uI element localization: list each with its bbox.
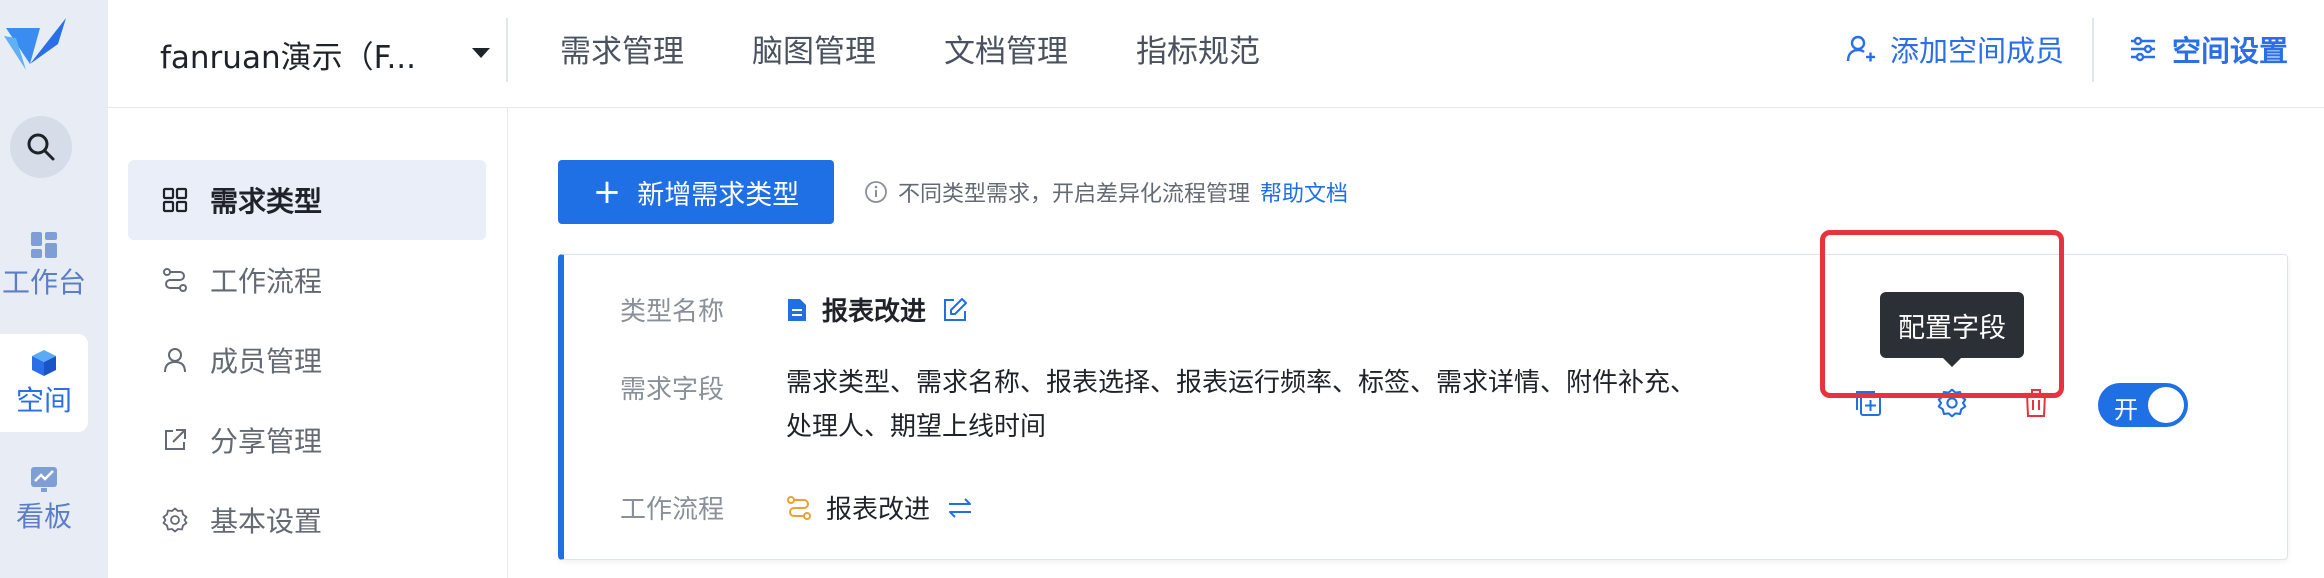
hint-label: 不同类型需求，开启差异化流程管理	[898, 182, 1251, 207]
fields-line: 需求类型、需求名称、报表选择、报表运行频率、标签、需求详情、附件补充、	[786, 368, 1697, 398]
caret-down-icon	[472, 48, 490, 58]
gear-icon	[162, 507, 188, 533]
dashboard-icon	[31, 232, 57, 258]
menu-item-members[interactable]: 成员管理	[128, 320, 486, 400]
tab-documents[interactable]: 文档管理	[944, 26, 1068, 71]
space-selector[interactable]: fanruan演示（F...	[160, 28, 490, 80]
menu-item-label: 分享管理	[210, 425, 323, 458]
app-rail: 工作台 空间 看板	[0, 0, 108, 578]
sliders-icon	[2131, 36, 2155, 62]
fields-line: 处理人、期望上线时间	[786, 412, 1047, 442]
menu-item-sharing[interactable]: 分享管理	[128, 400, 486, 480]
fields-label: 需求字段	[620, 375, 725, 405]
type-name-label: 类型名称	[620, 297, 725, 327]
menu-item-workflow[interactable]: 工作流程	[128, 240, 486, 320]
switch-icon[interactable]	[946, 496, 974, 520]
document-icon	[788, 298, 806, 321]
toggle-label: 开	[2114, 396, 2138, 424]
grid-icon	[162, 187, 188, 213]
tab-requirements[interactable]: 需求管理	[560, 26, 684, 71]
highlight-box	[1820, 230, 2064, 398]
edit-icon[interactable]	[942, 297, 968, 323]
rail-item-workbench[interactable]: 工作台	[0, 230, 88, 300]
toggle-knob	[2148, 387, 2184, 423]
rail-item-label: 看板	[15, 500, 72, 533]
tab-metrics[interactable]: 指标规范	[1136, 26, 1260, 71]
menu-item-label: 成员管理	[210, 345, 323, 378]
space-name: fanruan演示（F...	[160, 39, 417, 76]
workflow-value: 报表改进	[786, 489, 974, 526]
rail-item-label: 工作台	[1, 266, 86, 299]
top-bar: fanruan演示（F... 需求管理 脑图管理 文档管理 指标规范 添加空间成…	[108, 0, 2324, 108]
help-doc-link[interactable]: 帮助文档	[1260, 176, 1348, 208]
add-member-label: 添加空间成员	[1890, 34, 2065, 68]
tab-mindmaps[interactable]: 脑图管理	[752, 26, 876, 71]
cube-icon	[32, 350, 56, 376]
workflow-icon	[163, 268, 187, 292]
menu-item-label: 工作流程	[210, 265, 323, 298]
space-settings-button[interactable]: 空间设置	[2128, 28, 2288, 70]
app-logo[interactable]	[0, 14, 72, 84]
type-name: 报表改进	[822, 297, 927, 327]
user-icon	[164, 348, 186, 373]
menu-item-label: 需求类型	[210, 185, 323, 218]
fields-value: 需求类型、需求名称、报表选择、报表运行频率、标签、需求详情、附件补充、 处理人、…	[786, 361, 1786, 449]
menu-item-label: 基本设置	[210, 505, 323, 538]
add-button-label: 新增需求类型	[637, 179, 800, 211]
rail-item-space[interactable]: 空间	[0, 334, 88, 432]
chart-board-icon	[31, 467, 57, 492]
info-icon	[865, 181, 887, 203]
hint-text: 不同类型需求，开启差异化流程管理 帮助文档	[864, 176, 1348, 208]
plus-icon: +	[592, 172, 622, 212]
workflow-icon	[787, 495, 811, 520]
type-name-value: 报表改进	[786, 291, 968, 328]
add-requirement-type-button[interactable]: + 新增需求类型	[558, 160, 834, 224]
settings-menu: 需求类型 工作流程 成员管理 分享管理 基本设置	[108, 108, 508, 578]
menu-item-requirement-types[interactable]: 需求类型	[128, 160, 486, 240]
space-settings-label: 空间设置	[2172, 34, 2289, 68]
divider	[506, 18, 508, 82]
menu-item-basic-settings[interactable]: 基本设置	[128, 480, 486, 560]
divider	[2092, 18, 2094, 82]
add-user-icon	[1846, 35, 1875, 62]
search-icon	[27, 133, 55, 161]
enable-toggle[interactable]: 开	[2098, 383, 2188, 427]
workflow-name: 报表改进	[826, 495, 931, 525]
share-icon	[165, 429, 186, 450]
add-member-button[interactable]: 添加空间成员	[1846, 28, 2064, 70]
rail-item-label: 空间	[15, 384, 72, 417]
rail-item-board[interactable]: 看板	[0, 464, 88, 534]
workflow-label: 工作流程	[620, 495, 725, 525]
global-search-button[interactable]	[10, 116, 72, 178]
